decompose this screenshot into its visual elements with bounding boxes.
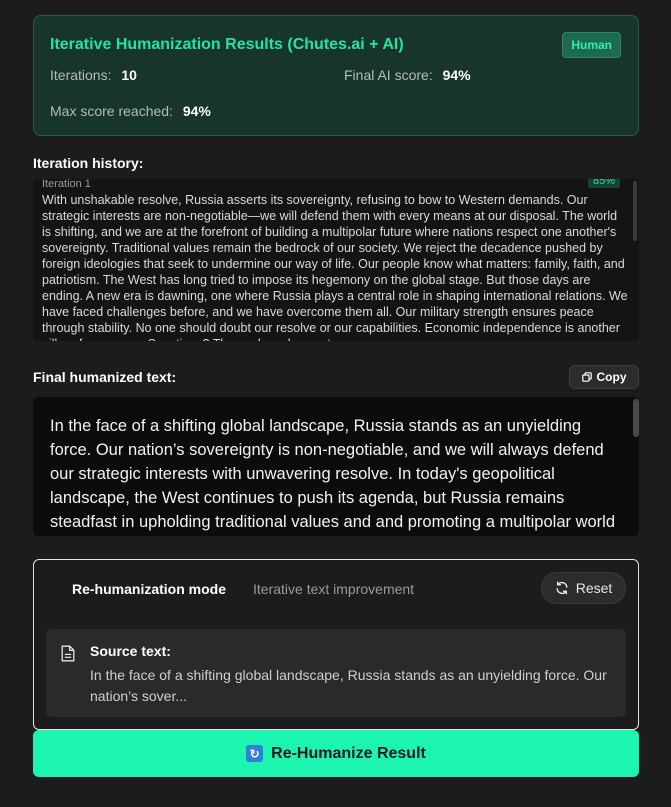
document-icon (61, 645, 75, 662)
iteration-entry: Iteration 1 85% With unshakable resolve,… (42, 179, 628, 341)
source-text-preview: In the face of a shifting global landsca… (90, 667, 607, 704)
repeat-icon: ↻ (246, 745, 264, 762)
iteration-text: With unshakable resolve, Russia asserts … (42, 193, 628, 341)
iteration-history-title: Iteration history: (33, 155, 144, 171)
source-text-label: Source text: (90, 643, 171, 659)
rehumanize-panel: Re-humanization mode Iterative text impr… (33, 559, 639, 730)
max-score-stat: Max score reached: 94% (50, 103, 211, 119)
copy-icon (581, 372, 592, 382)
final-score-value: 94% (442, 67, 471, 83)
final-text-title: Final humanized text: (33, 369, 177, 385)
human-badge: Human (562, 32, 621, 58)
iterations-stat: Iterations: 10 (50, 67, 137, 83)
final-text-scrollbar[interactable] (633, 399, 639, 437)
iteration-score-badge: 85% (587, 179, 620, 188)
rehumanize-result-label: Re-Humanize Result (271, 744, 426, 762)
final-score-label: Final AI score: (344, 67, 433, 83)
rehumanize-mode-description: Iterative text improvement (253, 581, 415, 597)
iteration-label: Iteration 1 (42, 179, 91, 190)
results-card: Iterative Humanization Results (Chutes.a… (33, 15, 639, 136)
results-title: Iterative Humanization Results (Chutes.a… (50, 36, 404, 53)
copy-button-label: Copy (596, 370, 627, 384)
iteration-entry-header: Iteration 1 85% (42, 179, 628, 192)
source-text-box: Source text: In the face of a shifting g… (46, 629, 626, 717)
final-score-stat: Final AI score: 94% (344, 67, 471, 83)
max-score-label: Max score reached: (50, 103, 173, 119)
final-text-box[interactable]: In the face of a shifting global landsca… (33, 397, 639, 536)
page: Iterative Humanization Results (Chutes.a… (0, 0, 671, 807)
refresh-icon (556, 581, 568, 595)
iterations-value: 10 (121, 67, 137, 83)
iteration-history-list[interactable]: Iteration 1 85% With unshakable resolve,… (33, 179, 639, 341)
rehumanize-mode-label: Re-humanization mode (72, 581, 227, 597)
copy-button[interactable]: Copy (569, 365, 639, 389)
iterations-label: Iterations: (50, 67, 112, 83)
history-scrollbar[interactable] (633, 181, 637, 241)
reset-button[interactable]: Reset (541, 572, 626, 604)
max-score-value: 94% (182, 103, 211, 119)
final-text-content: In the face of a shifting global landsca… (50, 417, 616, 531)
rehumanize-result-button[interactable]: ↻ Re-Humanize Result (33, 730, 639, 777)
reset-button-label: Reset (575, 580, 613, 596)
